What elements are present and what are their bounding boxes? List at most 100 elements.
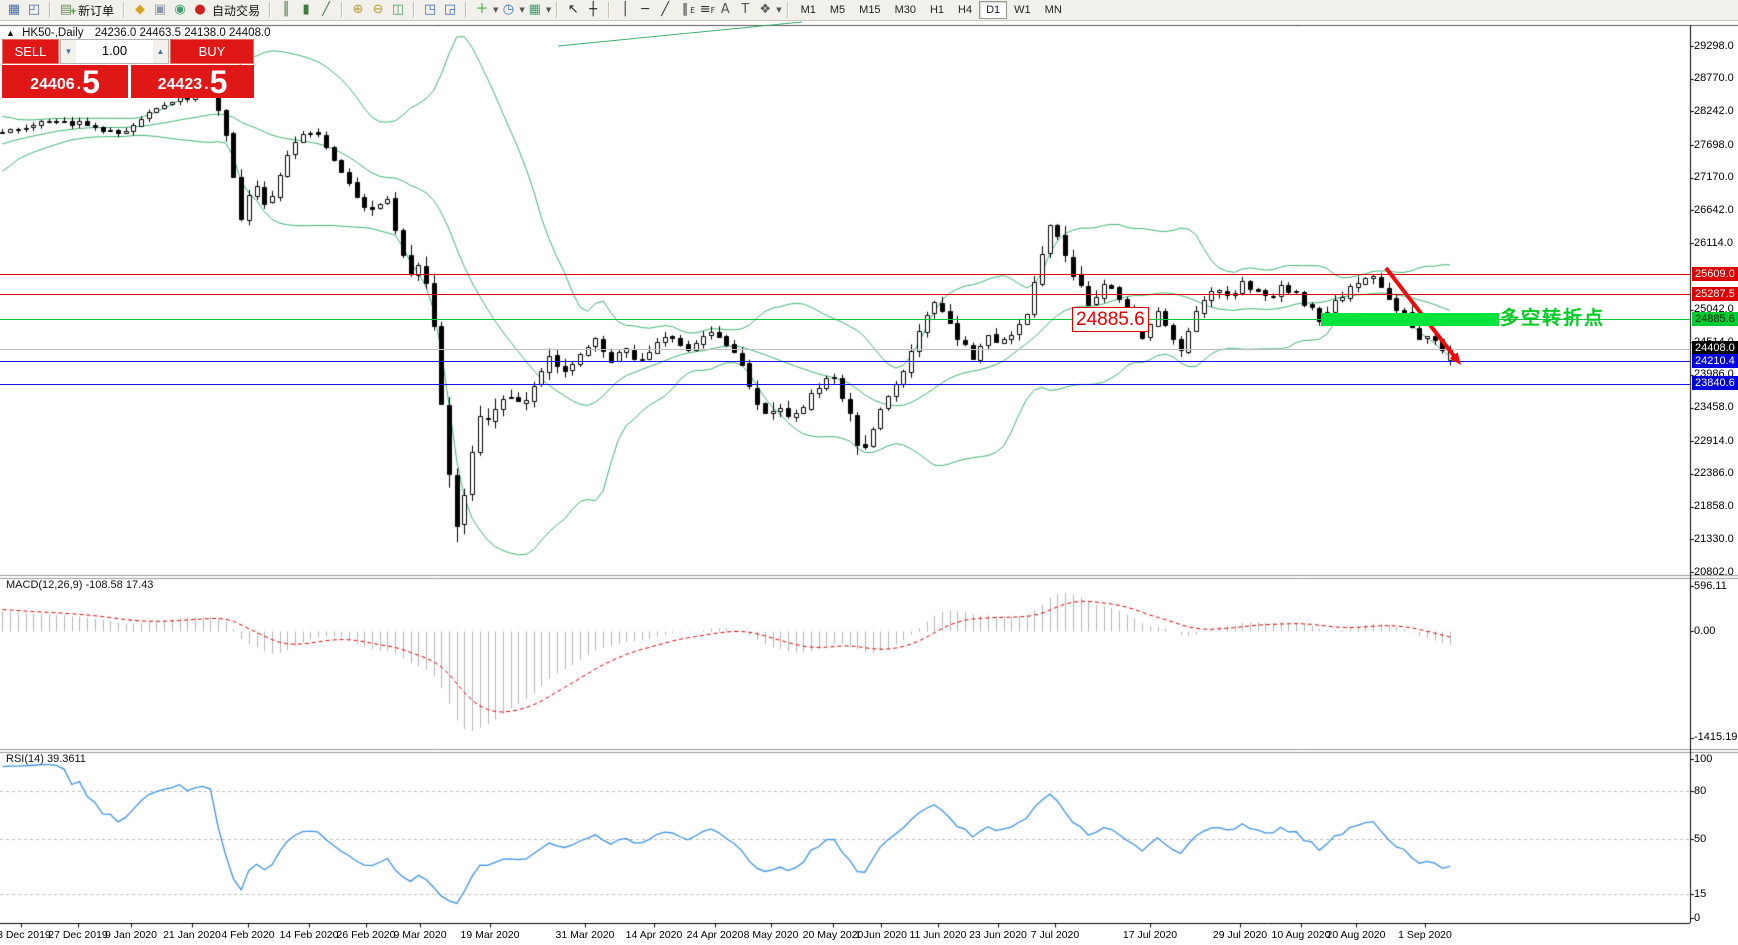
- horizontal-line-icon[interactable]: ─: [636, 1, 654, 19]
- cursor-icon[interactable]: ↖: [564, 1, 582, 19]
- vertical-line-icon[interactable]: │: [616, 1, 634, 19]
- timeframe-d1[interactable]: D1: [979, 1, 1008, 19]
- line-chart-icon[interactable]: ╱: [317, 1, 335, 19]
- volume-decrease-button[interactable]: ▼: [61, 40, 76, 63]
- price-tick: 20802.0: [1694, 565, 1734, 578]
- timeframe-w1[interactable]: W1: [1007, 1, 1038, 19]
- date-tick-label: 19 Mar 2020: [460, 929, 520, 941]
- sell-button[interactable]: SELL: [2, 39, 59, 64]
- autotrade-icon-label[interactable]: 自动交易: [212, 2, 260, 19]
- date-tick-label: 14 Apr 2020: [625, 929, 683, 941]
- trendline-icon[interactable]: ╱: [656, 1, 674, 19]
- period-icon[interactable]: ◷: [499, 1, 517, 19]
- price-level-tag: 24885.6: [1692, 311, 1738, 326]
- turning-point-text[interactable]: 多空转折点: [1500, 303, 1605, 330]
- date-tick-label: 14 Feb 2020: [279, 929, 339, 941]
- price-tick: 26114.0: [1694, 236, 1733, 249]
- date-tick-label: 7 Jul 2020: [1030, 929, 1080, 941]
- date-tick-label: 10 Aug 2020: [1271, 929, 1331, 941]
- terminal-icon[interactable]: ▣: [151, 1, 169, 19]
- period-icon-dropdown[interactable]: ▼: [519, 6, 524, 14]
- price-tick: 21330.0: [1694, 532, 1734, 545]
- shapes-icon[interactable]: ❖: [756, 1, 774, 19]
- new-order-icon-label[interactable]: 新订单: [78, 2, 114, 19]
- date-tick-label: 1 Sep 2020: [1398, 929, 1452, 941]
- price-tick: 21858.0: [1694, 500, 1734, 513]
- price-tick: 27698.0: [1694, 138, 1734, 151]
- macd-axis-tick: -1415.19: [1694, 731, 1738, 743]
- charts-grid-icon[interactable]: ▦: [5, 1, 23, 19]
- collapse-panel-icon[interactable]: ▲: [6, 28, 15, 38]
- price-level-tag: 24210.4: [1692, 353, 1738, 368]
- label-icon[interactable]: T: [736, 1, 754, 19]
- price-level-tag: 25287.5: [1692, 286, 1738, 301]
- add-indicator-icon[interactable]: ＋: [473, 1, 491, 19]
- price-tick: 27170.0: [1694, 171, 1734, 184]
- signal-icon[interactable]: ◉: [171, 1, 189, 19]
- price-tick: 29298.0: [1694, 39, 1734, 52]
- new-order-icon[interactable]: ▤ +: [57, 1, 77, 19]
- price-chart-canvas[interactable]: [0, 0, 1738, 945]
- horizontal-line-24210.4[interactable]: [0, 361, 1690, 362]
- date-tick-label: 29 Jul 2020: [1212, 929, 1268, 941]
- date-tick-label: 11 Jun 2020: [909, 929, 967, 941]
- timeframe-m5[interactable]: M5: [823, 1, 852, 19]
- add-indicator-icon-dropdown[interactable]: ▼: [493, 6, 498, 14]
- zoom-in-icon[interactable]: ⊕: [349, 1, 367, 19]
- timeframe-m30[interactable]: M30: [888, 1, 923, 19]
- timeframe-m1[interactable]: M1: [794, 1, 823, 19]
- date-tick-label: 4 Feb 2020: [221, 929, 275, 941]
- price-tick: 28242.0: [1694, 104, 1734, 117]
- separate-window-icon[interactable]: ◲: [441, 1, 459, 19]
- price-tick: 22386.0: [1694, 467, 1734, 480]
- buy-button[interactable]: BUY: [170, 39, 254, 64]
- date-tick-label: 17 Jul 2020: [1122, 929, 1178, 941]
- date-tick-label: 27 Dec 2019: [48, 929, 108, 941]
- template-icon-dropdown[interactable]: ▼: [546, 6, 551, 14]
- timeframe-h1[interactable]: H1: [923, 1, 951, 19]
- volume-stepper: ▼ 1.00 ▲: [60, 39, 169, 64]
- zoom-out-icon[interactable]: ⊖: [369, 1, 387, 19]
- price-level-tag: 23840.6: [1692, 376, 1738, 391]
- price-tick: 23458.0: [1694, 401, 1734, 414]
- one-click-trading-panel: SELL ▼ 1.00 ▲ BUY 24406. 5 24423. 5: [2, 38, 254, 98]
- bar-chart-icon[interactable]: ║: [277, 1, 295, 19]
- macd-indicator-label: MACD(12,26,9) -108.58 17.43: [6, 579, 154, 591]
- date-tick-label: 9 Mar 2020: [393, 929, 447, 941]
- horizontal-line-25609[interactable]: [0, 274, 1690, 275]
- sell-price[interactable]: 24406. 5: [2, 65, 128, 98]
- tile-windows-icon[interactable]: ◫: [389, 1, 407, 19]
- channel-icon[interactable]: ∥ E: [676, 1, 695, 19]
- volume-increase-button[interactable]: ▲: [153, 40, 168, 63]
- price-tick: 28770.0: [1694, 72, 1734, 85]
- level-price-flag[interactable]: 24885.6: [1072, 307, 1149, 332]
- mt4-window: ▦ ◰ ▤ + 新订单 ◆ ▣ ◉ ● 自动交易 ║ ▮ ╱ ⊕ ⊖ ◫ ◳ ◲ ＋ ▼ ◷ ▼ ▦ ▼ ↖ ┼ │ ─ ╱ ∥ E ≡ F A T…: [0, 0, 1738, 945]
- fibonacci-icon[interactable]: ≡ F: [696, 1, 715, 19]
- main-toolbar: ▦ ◰ ▤ + 新订单 ◆ ▣ ◉ ● 自动交易 ║ ▮ ╱ ⊕ ⊖ ◫ ◳ ◲ ＋ ▼ ◷ ▼ ▦ ▼ ↖ ┼ │ ─ ╱ ∥ E ≡ F A T…: [0, 0, 1738, 21]
- candle-chart-icon[interactable]: ▮: [297, 1, 315, 19]
- price-tick: 26642.0: [1694, 203, 1734, 216]
- date-tick-label: 8 May 2020: [743, 929, 799, 941]
- template-icon[interactable]: ▦: [526, 1, 544, 19]
- rsi-axis-tick: 0: [1694, 912, 1701, 924]
- indicator-window-icon[interactable]: ◳: [421, 1, 439, 19]
- shapes-icon-dropdown[interactable]: ▼: [776, 6, 781, 14]
- autotrade-icon[interactable]: ●: [191, 1, 209, 19]
- turning-point-zone[interactable]: [1321, 313, 1499, 326]
- timeframe-mn[interactable]: MN: [1038, 1, 1069, 19]
- package-icon[interactable]: ◆: [131, 1, 149, 19]
- rsi-axis-tick: 15: [1694, 888, 1707, 901]
- horizontal-line-24408[interactable]: [0, 349, 1690, 350]
- macd-axis-tick: 596.11: [1694, 579, 1727, 592]
- buy-price[interactable]: 24423. 5: [131, 65, 254, 98]
- timeframe-m15[interactable]: M15: [852, 1, 887, 19]
- price-level-tag: 25609.0: [1692, 266, 1738, 281]
- market-watch-icon[interactable]: ◰: [25, 1, 43, 19]
- crosshair-icon[interactable]: ┼: [584, 1, 602, 19]
- text-icon[interactable]: A: [716, 1, 734, 19]
- horizontal-line-25287.5[interactable]: [0, 294, 1690, 295]
- volume-value[interactable]: 1.00: [76, 40, 153, 63]
- timeframe-h4[interactable]: H4: [951, 1, 979, 19]
- horizontal-line-23840.6[interactable]: [0, 384, 1690, 385]
- date-tick-label: 13 Dec 2019: [0, 929, 51, 941]
